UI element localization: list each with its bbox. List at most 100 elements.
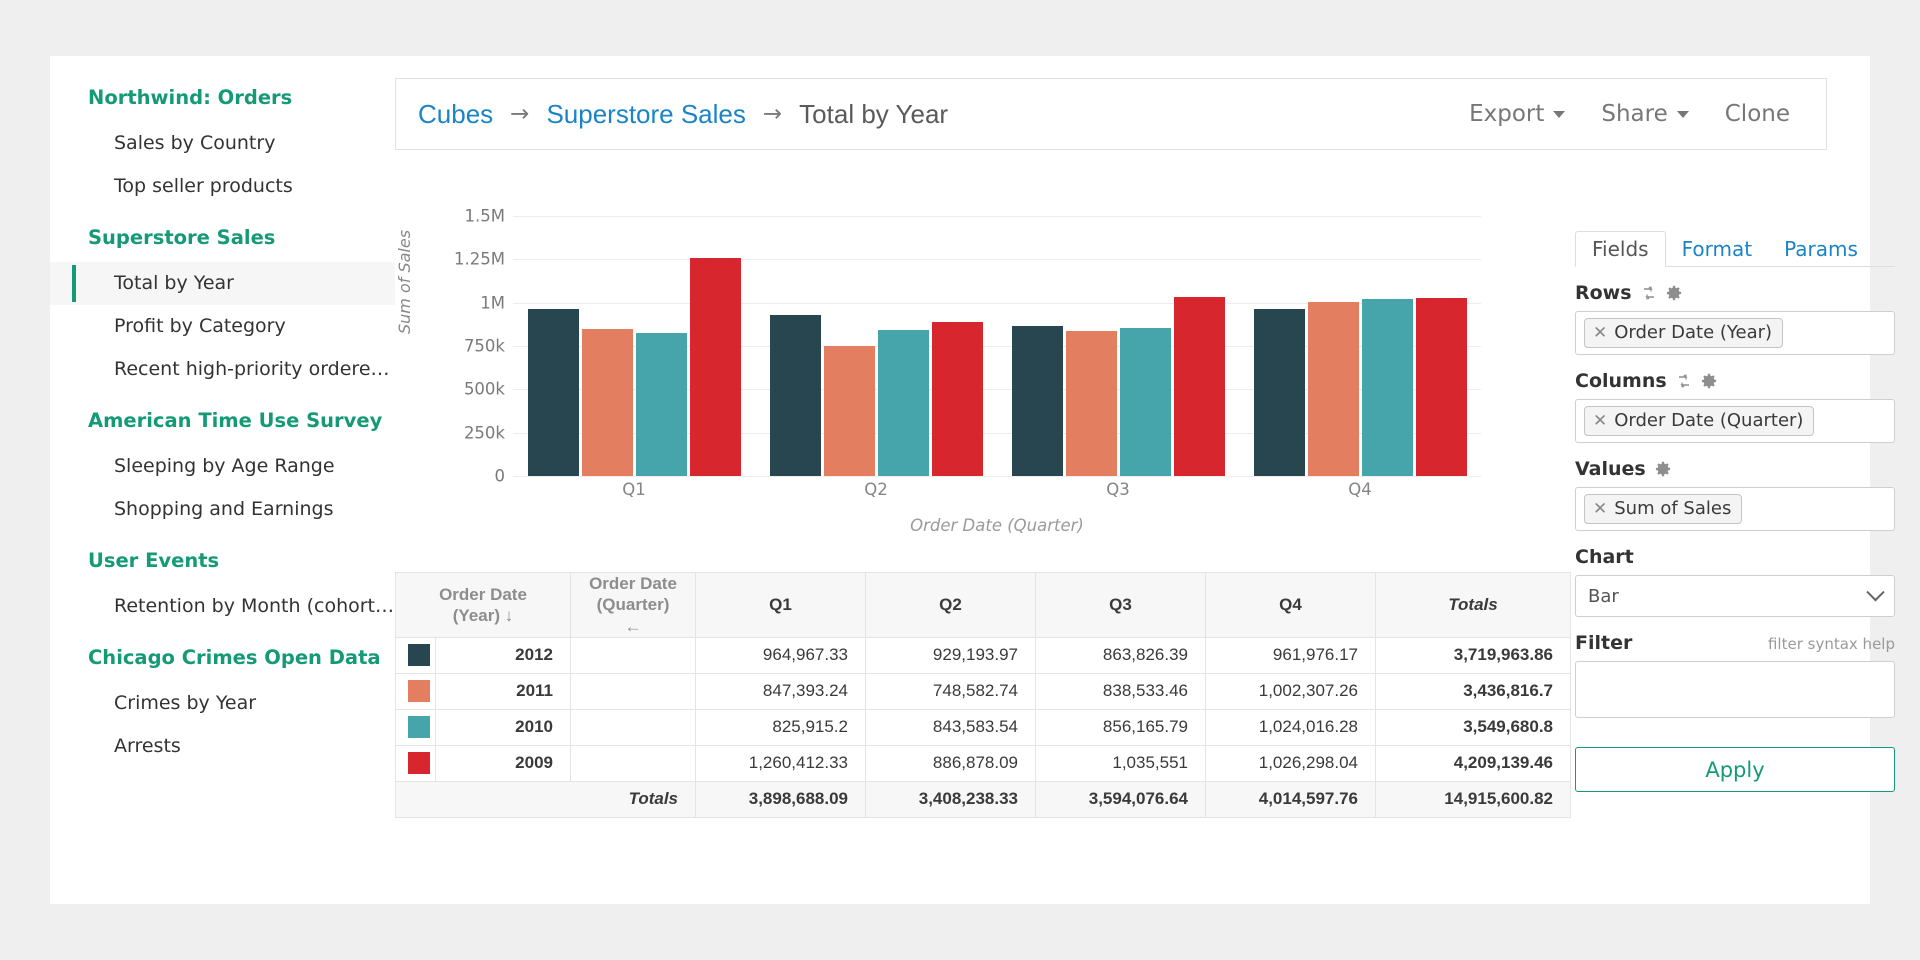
table-header-row: Order Date (Year) ↓ Order Date (Quarter)… [395, 572, 1571, 638]
tab-params[interactable]: Params [1768, 232, 1874, 266]
cell-total-q4: 4,014,597.76 [1205, 780, 1376, 818]
rows-field-pill[interactable]: ✕ Order Date (Year) [1584, 318, 1784, 348]
sidebar-item-sales-by-country[interactable]: Sales by Country [50, 122, 395, 165]
rows-field-label: Order Date (Year) [1614, 322, 1773, 343]
tab-fields[interactable]: Fields [1575, 231, 1666, 267]
cell-q3: 838,533.46 [1035, 672, 1206, 710]
breadcrumb-arrow-icon: → [762, 101, 783, 127]
bar-2009-q4[interactable] [1415, 298, 1467, 476]
header-order-date-quarter[interactable]: Order Date (Quarter) ← [570, 572, 696, 638]
values-field-pill[interactable]: ✕ Sum of Sales [1584, 494, 1743, 524]
series-color-swatch-cell [395, 708, 436, 746]
sidebar-item-total-by-year[interactable]: Total by Year [50, 262, 395, 305]
sidebar-item-arrests[interactable]: Arrests [50, 725, 395, 768]
chart-x-axis-title: Order Date (Quarter) [910, 516, 1084, 535]
rows-drop-zone[interactable]: ✕ Order Date (Year) [1575, 311, 1895, 355]
sidebar-item-shopping-and-earnings[interactable]: Shopping and Earnings [50, 488, 395, 531]
columns-drop-zone[interactable]: ✕ Order Date (Quarter) [1575, 399, 1895, 443]
bar-2012-q3[interactable] [1011, 326, 1063, 476]
gear-icon[interactable] [1701, 373, 1717, 389]
swap-icon[interactable] [1676, 373, 1692, 389]
color-swatch [408, 752, 430, 775]
bar-2011-q4[interactable] [1307, 302, 1359, 476]
bar-2010-q3[interactable] [1119, 327, 1171, 476]
clone-button[interactable]: Clone [1725, 101, 1790, 127]
swap-icon[interactable] [1641, 285, 1657, 301]
chart-x-axis-ticks: Q1 Q2 Q3 Q4 [513, 480, 1481, 499]
bar-2012-q2[interactable] [769, 314, 821, 476]
header-order-date-year[interactable]: Order Date (Year) ↓ [395, 572, 571, 638]
color-swatch [408, 644, 430, 667]
bar-2012-q4[interactable] [1253, 309, 1305, 476]
chart-y-axis-ticks: 0 250k 500k 750k 1M 1.25M 1.5M [415, 207, 505, 486]
bar-2009-q1[interactable] [689, 257, 741, 476]
header-q3[interactable]: Q3 [1035, 572, 1206, 638]
breadcrumb-item-cubes[interactable]: Cubes [418, 99, 493, 130]
remove-icon[interactable]: ✕ [1593, 411, 1607, 431]
chart-type-select[interactable]: Bar [1575, 575, 1895, 617]
cell-total-q3: 3,594,076.64 [1035, 780, 1206, 818]
sidebar-item-recent-high-priority-ordere[interactable]: Recent high-priority ordere… [50, 348, 395, 391]
chart-type-value: Bar [1588, 585, 1619, 607]
header-quarter-line1: Order Date [589, 574, 677, 593]
chart-type-label: Chart [1575, 546, 1895, 568]
bar-2010-q2[interactable] [877, 329, 929, 476]
y-tick-label: 1.5M [464, 206, 505, 226]
series-color-swatch-cell [395, 672, 436, 710]
columns-label-row: Columns [1575, 370, 1895, 392]
panel-tabs: Fields Format Params [1575, 226, 1895, 267]
sidebar-group-title[interactable]: User Events [50, 543, 395, 579]
cell-totals-label: Totals [395, 780, 696, 818]
sidebar-item-top-seller-products[interactable]: Top seller products [50, 165, 395, 208]
filter-syntax-help-link[interactable]: filter syntax help [1768, 635, 1895, 653]
sidebar-group-title[interactable]: Chicago Crimes Open Data [50, 640, 395, 676]
cell-row-total: 3,549,680.8 [1375, 708, 1571, 746]
header-q1[interactable]: Q1 [695, 572, 866, 638]
filter-label: Filter [1575, 632, 1633, 654]
sidebar-item-crimes-by-year[interactable]: Crimes by Year [50, 682, 395, 725]
apply-button[interactable]: Apply [1575, 747, 1895, 792]
remove-icon[interactable]: ✕ [1593, 499, 1607, 519]
columns-field-label: Order Date (Quarter) [1614, 410, 1804, 431]
sidebar-group-title[interactable]: Superstore Sales [50, 220, 395, 256]
pivot-table: Order Date (Year) ↓ Order Date (Quarter)… [395, 572, 1571, 818]
filter-input[interactable] [1575, 661, 1895, 718]
gear-icon[interactable] [1655, 461, 1671, 477]
bar-2011-q3[interactable] [1065, 330, 1117, 476]
bar-2009-q3[interactable] [1173, 296, 1225, 476]
cell-q1: 825,915.2 [695, 708, 866, 746]
y-tick-label: 1.25M [454, 249, 505, 269]
header-totals[interactable]: Totals [1375, 572, 1571, 638]
sidebar-item-profit-by-category[interactable]: Profit by Category [50, 305, 395, 348]
bar-2011-q2[interactable] [823, 346, 875, 476]
header-q2[interactable]: Q2 [865, 572, 1036, 638]
sidebar-item-retention-by-month-cohort[interactable]: Retention by Month (cohort… [50, 585, 395, 628]
sidebar-group-title[interactable]: Northwind: Orders [50, 80, 395, 116]
y-tick-label: 250k [463, 423, 505, 443]
tab-format[interactable]: Format [1666, 232, 1768, 266]
share-button[interactable]: Share [1601, 101, 1689, 127]
bar-chart: Sum of Sales 0 250k 500k 750k 1M 1.25M 1.5M Q1… [395, 207, 1545, 566]
bar-2011-q1[interactable] [581, 329, 633, 476]
values-drop-zone[interactable]: ✕ Sum of Sales [1575, 487, 1895, 531]
breadcrumb-item-superstore-sales[interactable]: Superstore Sales [546, 99, 745, 130]
cell-q4: 1,024,016.28 [1205, 708, 1376, 746]
cell-total-q2: 3,408,238.33 [865, 780, 1036, 818]
export-button[interactable]: Export [1469, 101, 1566, 127]
bar-2010-q4[interactable] [1361, 298, 1413, 476]
bar-2010-q1[interactable] [635, 332, 687, 476]
columns-field-pill[interactable]: ✕ Order Date (Quarter) [1584, 406, 1815, 436]
table-row: 2011 847,393.24 748,582.74 838,533.46 1,002,… [395, 672, 1571, 710]
sidebar-group-title[interactable]: American Time Use Survey [50, 403, 395, 439]
sidebar-item-sleeping-by-age-range[interactable]: Sleeping by Age Range [50, 445, 395, 488]
bar-2012-q1[interactable] [527, 308, 579, 476]
color-swatch [408, 680, 430, 703]
x-tick-label: Q4 [1348, 480, 1372, 499]
y-tick-label: 0 [494, 466, 506, 486]
cell-q2: 929,193.97 [865, 636, 1036, 674]
series-color-swatch-cell [395, 636, 436, 674]
gear-icon[interactable] [1666, 285, 1682, 301]
header-q4[interactable]: Q4 [1205, 572, 1376, 638]
bar-2009-q2[interactable] [931, 322, 983, 476]
remove-icon[interactable]: ✕ [1593, 323, 1607, 343]
